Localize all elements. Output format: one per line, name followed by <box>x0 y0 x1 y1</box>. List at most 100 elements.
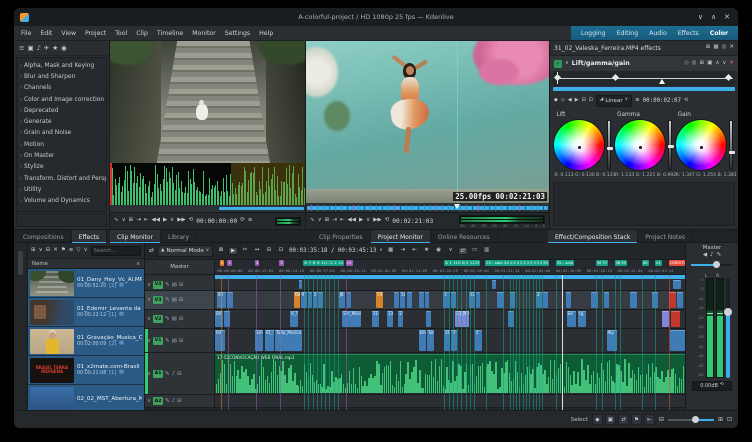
timeline-marker-37[interactable]: 37 <box>601 260 608 266</box>
keyframe-ruler[interactable] <box>553 71 735 86</box>
timeline-clip[interactable] <box>669 292 676 308</box>
timeline-marker-CR-DITOS[interactable]: CRÉDITOS <box>669 260 685 266</box>
timeline-marker-4[interactable]: 4 <box>255 260 259 266</box>
timeline-timecode[interactable]: 00:03:35:18 / 00:03:45:13 <box>289 248 376 254</box>
master-track-button[interactable]: Master <box>145 260 215 275</box>
paste-effect-icon[interactable]: ▦ <box>713 45 718 51</box>
effect-category[interactable]: ›Alpha, Mask and Keying <box>17 60 106 71</box>
favorite-effects-icon[interactable]: ★ <box>422 247 432 255</box>
timeline-marker-23-solo[interactable]: 23 - solo <box>485 260 503 266</box>
timeline-clip[interactable] <box>347 292 351 308</box>
timeline-clip[interactable]: Em <box>419 330 427 351</box>
remove-keyframe-icon[interactable]: ◇ <box>561 98 565 103</box>
timeline-clip[interactable]: 04 <box>215 330 225 351</box>
spacer-tool-icon[interactable]: ↔ <box>252 247 262 255</box>
menu-view[interactable]: View <box>61 30 76 37</box>
effect-category[interactable]: ›Deprecated <box>17 105 106 116</box>
collapse-effect-icon[interactable]: ∨ <box>565 61 569 66</box>
clip-monitor-ruler[interactable] <box>110 205 305 212</box>
show-all-effects-icon[interactable]: ◎ <box>722 45 727 51</box>
lock-icon[interactable]: ⊟ <box>179 338 184 344</box>
audio-thumbnails-icon[interactable]: ∿ <box>310 218 315 224</box>
timeline-clip[interactable]: JB <box>339 292 346 308</box>
forward-icon[interactable]: ▶▶ <box>373 218 381 224</box>
workspace-tab-effects[interactable]: Effects <box>678 30 699 37</box>
save-preset-icon[interactable]: ▣ <box>707 61 712 67</box>
options-icon[interactable]: ≡ <box>635 98 640 104</box>
chevron-down-icon[interactable]: ∨ <box>147 297 151 303</box>
master-volume-slider[interactable] <box>726 278 730 378</box>
master-balance-slider[interactable] <box>691 261 733 269</box>
track-target-badge[interactable]: A1 <box>153 370 163 378</box>
bin-clip-row[interactable]: 01_Edemir_Levanta da00:00:22:12[1]▤ <box>28 298 144 327</box>
bin-column-header[interactable]: Name ∧ <box>28 258 144 269</box>
lock-icon[interactable]: ⊟ <box>179 297 184 303</box>
timeline-clip[interactable]: 1 <box>443 292 450 308</box>
color-wheel[interactable] <box>615 120 665 170</box>
bin-clip-row[interactable]: 01_Dany_Hey_Vc_Al.MP400:00:52:20[2]▤ <box>28 269 144 298</box>
timeline-marker-15[interactable]: 15 <box>346 260 353 266</box>
tab-compositions[interactable]: Compositions <box>16 230 72 244</box>
maximize-icon[interactable]: ∧ <box>711 14 716 21</box>
lock-icon[interactable]: ⊟ <box>179 316 184 322</box>
zone-out-icon[interactable]: ⇤ <box>340 218 345 224</box>
timeline-clip[interactable] <box>630 292 636 308</box>
timeline-clip[interactable] <box>227 292 233 308</box>
dropdown-icon[interactable]: ∨ <box>39 248 43 254</box>
preview-render-icon[interactable]: ▭ <box>470 247 480 255</box>
track-header-a1[interactable]: ∨A1✎♪⊟ <box>145 353 215 394</box>
insert-zone-icon[interactable]: ⇥ <box>398 247 408 255</box>
chevron-down-icon[interactable]: ∨ <box>147 398 151 404</box>
slider-handle[interactable] <box>729 151 735 154</box>
close-icon[interactable]: ✕ <box>724 14 730 21</box>
clip-monitor-timecode[interactable]: 00:00:00:00 <box>196 218 237 225</box>
dropdown-icon[interactable]: ∨ <box>318 218 322 224</box>
fullscreen-icon[interactable]: ⊞ <box>129 218 134 224</box>
disable-effect-icon[interactable]: ◎ <box>692 61 697 67</box>
edit-mode-dropdown[interactable]: ▲ Normal Mode ∨ <box>157 245 213 257</box>
timeline-clip[interactable] <box>670 330 685 351</box>
collapse-mixer-icon[interactable]: ◀ <box>703 253 707 259</box>
menu-settings[interactable]: Settings <box>225 30 250 37</box>
master-effects-icon[interactable]: ✎ <box>717 253 722 259</box>
mix-button-icon[interactable]: ⇄ <box>458 247 468 255</box>
project-monitor-timecode[interactable]: 00:02:21:03 <box>392 218 433 225</box>
track-target-badge[interactable]: A2 <box>153 397 163 405</box>
effects-pen-icon[interactable]: ✎ <box>165 398 170 404</box>
video-track-icon[interactable]: ▤ <box>172 282 177 288</box>
fit-zoom-icon[interactable]: ⊡ <box>727 417 732 423</box>
effects-pen-icon[interactable]: ✎ <box>165 316 170 322</box>
timeline-clip[interactable]: 16 <box>444 330 450 351</box>
timeline-clip[interactable]: Ed <box>567 311 576 327</box>
audio-thumbnails-icon[interactable]: ∿ <box>114 218 119 224</box>
rewind-icon[interactable]: ◀◀ <box>347 218 355 224</box>
refresh-icon[interactable]: ⟳ <box>240 218 245 224</box>
timeline-marker-41[interactable]: 41 <box>655 260 662 266</box>
timeline-clip[interactable]: 2 <box>398 311 403 327</box>
timeline-clip[interactable] <box>543 292 548 308</box>
properties-icon[interactable]: ≡ <box>69 248 74 254</box>
dock-grip[interactable] <box>18 251 23 275</box>
render-icon[interactable]: ✈ <box>44 45 49 52</box>
timeline-clip[interactable]: 11 <box>313 292 317 308</box>
timeline-clip[interactable]: 23_N Trans <box>455 311 469 327</box>
menu-help[interactable]: Help <box>259 30 273 37</box>
tab-clip-monitor[interactable]: Clip Monitor <box>110 230 161 244</box>
effect-category[interactable]: ›Blur and Sharpen <box>17 71 106 82</box>
effect-category[interactable]: ›Transform, Distort and Perspective <box>17 173 106 184</box>
zone-status-icon[interactable]: ⇤ <box>644 414 655 425</box>
tab-library[interactable]: Library <box>161 230 197 244</box>
effects-pen-icon[interactable]: ✎ <box>165 338 170 344</box>
effects-pen-icon[interactable]: ✎ <box>165 282 170 288</box>
zoom-out-icon[interactable]: ⊟ <box>659 417 664 423</box>
loop-zone-icon[interactable]: ⟲ <box>189 218 194 224</box>
timeline-clip[interactable]: 2 <box>475 330 482 351</box>
voiceover-icon[interactable]: ◉ <box>61 45 67 52</box>
wheel-slider[interactable] <box>607 120 611 170</box>
timeline-marker-23[interactable]: 23 <box>474 260 481 266</box>
bin-clip-row[interactable]: BRASIL TERRA INDÍGENA01_x2mate.com-Brasi… <box>28 356 144 385</box>
mute-master-icon[interactable]: ♪ <box>710 253 714 259</box>
color-wheel[interactable] <box>676 120 726 170</box>
timeline-marker-35-solo[interactable]: 35 - solo <box>556 260 574 266</box>
timeline-clip[interactable]: 14 <box>376 292 383 308</box>
